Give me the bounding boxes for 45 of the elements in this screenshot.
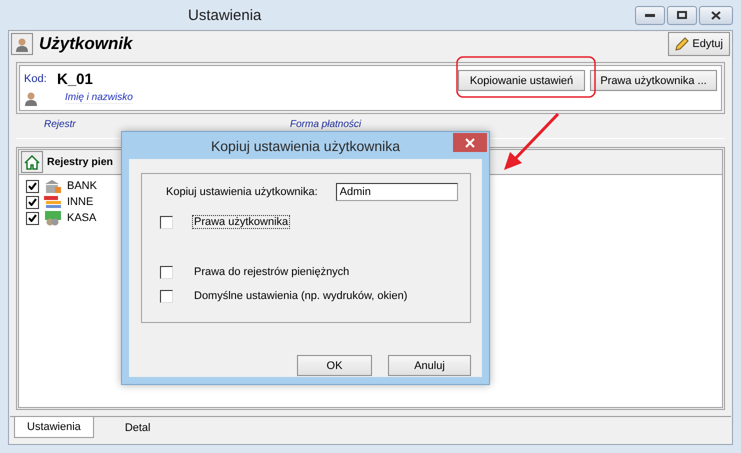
source-label: Kopiuj ustawienia użytkownika: <box>166 186 318 198</box>
column-header: Rejestr <box>44 119 77 130</box>
bank-icon <box>44 178 62 194</box>
home-icon[interactable] <box>21 151 43 173</box>
person-icon <box>24 90 38 106</box>
close-icon <box>711 10 721 20</box>
checkbox[interactable] <box>26 180 39 192</box>
pointer-arrow <box>502 112 560 172</box>
window-title: Ustawienia <box>188 6 262 24</box>
edit-button[interactable]: Edytuj <box>668 32 730 56</box>
code-label: Kod: <box>24 73 48 85</box>
tab[interactable]: Detal <box>112 417 164 439</box>
maximize-icon <box>677 11 687 19</box>
checkbox[interactable] <box>26 196 39 208</box>
pencil-icon <box>675 37 690 51</box>
dialog-button[interactable]: OK <box>297 355 372 376</box>
checkbox[interactable] <box>26 212 39 224</box>
dialog-title: Kopiuj ustawienia użytkownika <box>210 138 400 154</box>
cash-icon <box>44 210 62 226</box>
checkbox[interactable] <box>160 216 173 228</box>
register-name: INNE <box>67 196 94 208</box>
option-label: Domyślne ustawienia (np. wydruków, okien) <box>193 290 408 302</box>
dialog-button[interactable]: Anuluj <box>388 355 471 376</box>
person-icon <box>15 36 29 52</box>
name-field[interactable]: Imię i nazwisko <box>65 92 133 104</box>
checkbox[interactable] <box>160 290 173 302</box>
action-button[interactable]: Prawa użytkownika ... <box>590 70 717 91</box>
minimize-icon <box>645 14 655 16</box>
close-icon <box>465 138 475 148</box>
option-label: Prawa użytkownika <box>193 216 290 228</box>
close-button[interactable] <box>699 6 733 24</box>
code-value: K_01 <box>57 70 93 88</box>
section-title: Użytkownik <box>39 34 134 54</box>
list-title: Rejestry pien <box>47 156 113 168</box>
minimize-button[interactable] <box>635 6 665 24</box>
checkbox[interactable] <box>160 266 173 278</box>
column-header: Forma płatności <box>290 119 362 130</box>
option-label: Prawa do rejestrów pieniężnych <box>193 266 350 278</box>
register-name: BANK <box>67 180 97 192</box>
tab[interactable]: Ustawienia <box>14 417 94 438</box>
register-name: KASA <box>67 212 96 224</box>
maximize-button[interactable] <box>667 6 697 24</box>
source-field[interactable]: Admin <box>336 183 458 201</box>
action-button[interactable]: Kopiowanie ustawień <box>458 70 585 91</box>
card-icon <box>44 196 62 208</box>
